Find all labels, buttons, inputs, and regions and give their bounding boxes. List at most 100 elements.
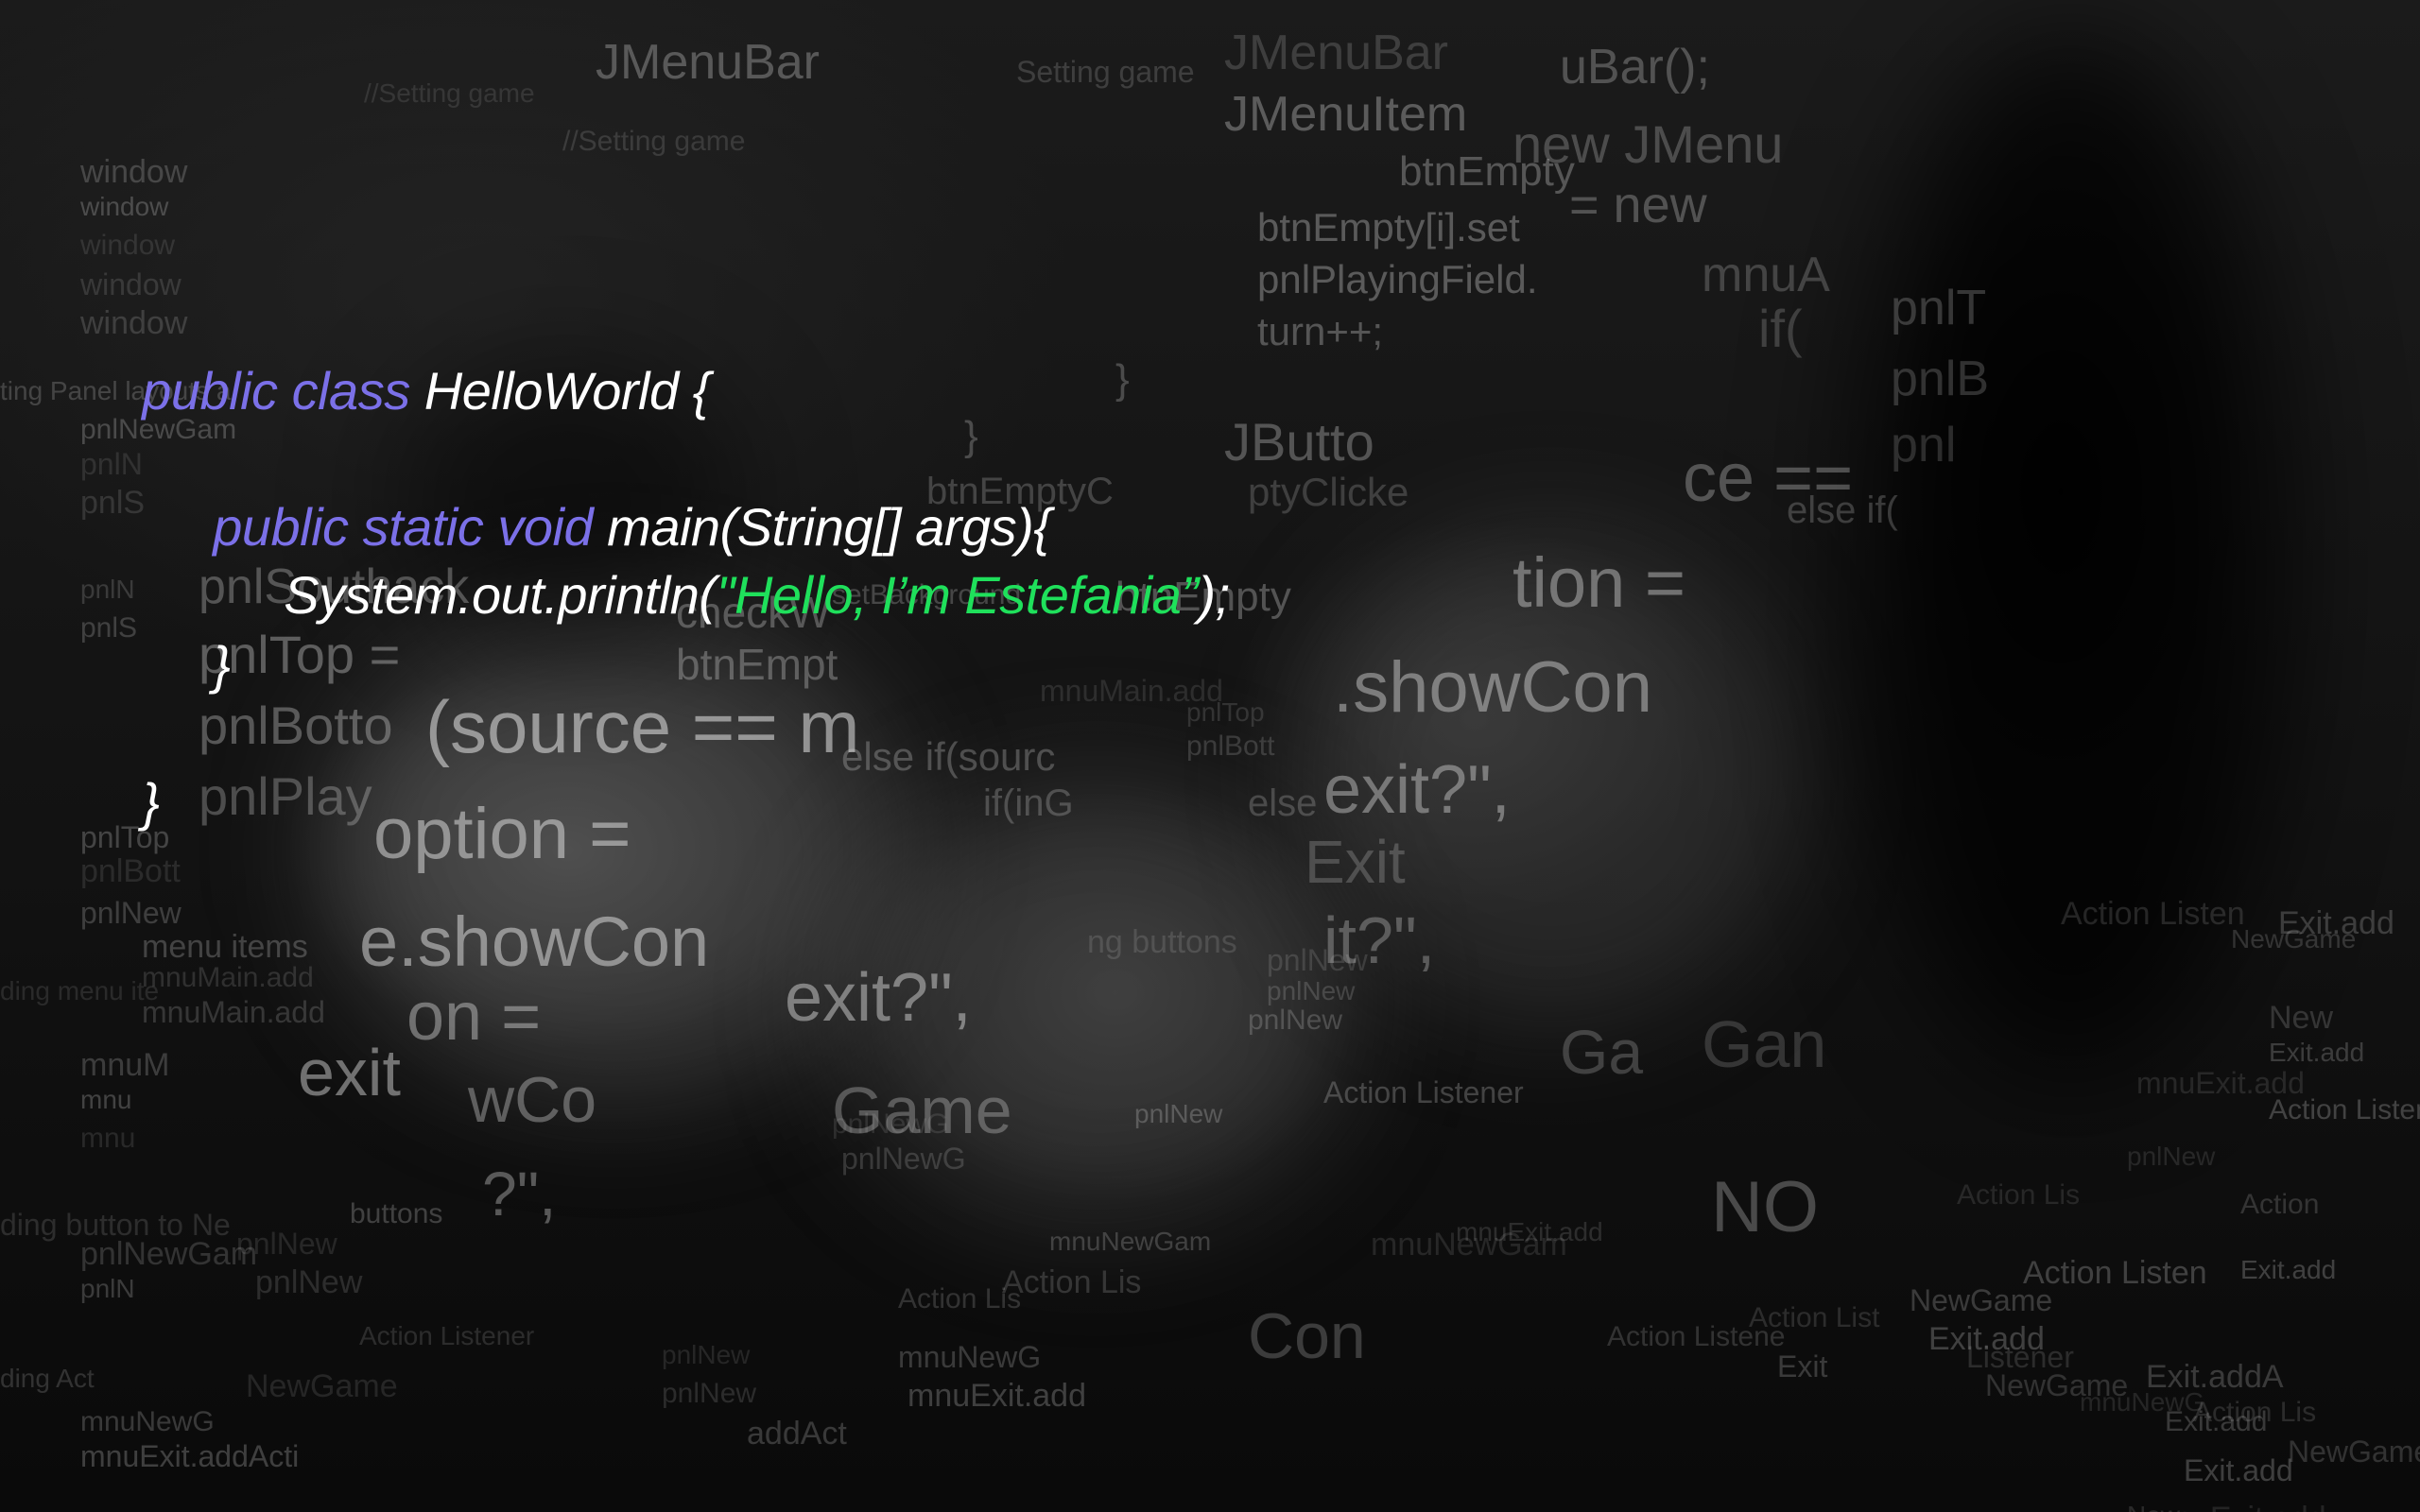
background-code-fragment: pnlPlayingField. [1257,257,1538,301]
background-code-fragment: else [1248,782,1318,824]
background-code-fragment: Action [2240,1189,2320,1220]
background-code-fragment: option = [373,794,631,874]
background-code-fragment: pnlNew [2127,1142,2216,1171]
background-code-fragment: JMenuItem [1224,87,1468,142]
background-code-fragment: exit?", [1323,752,1511,828]
background-code-fragment: uBar(); [1560,40,1710,94]
background-code-fragment: pnlNew [236,1227,337,1261]
background-code-fragment: JMenuBar [1224,26,1448,80]
background-code-fragment: mnu [80,1085,132,1114]
background-code-fragment: ng buttons [1087,924,1237,960]
background-code-fragment: Ga [1560,1017,1644,1087]
background-code-fragment: window [80,192,169,221]
closing-brace: } [142,772,160,832]
background-code-fragment: Action Listen [2269,1094,2420,1125]
background-code-fragment: Gan [1702,1007,1827,1081]
background-code-fragment: Con [1248,1300,1366,1372]
background-code-fragment: else if( [1787,490,1898,531]
background-code-fragment: Action List [1749,1302,1880,1333]
background-code-fragment: menu items [142,929,308,965]
background-code-fragment: Exit [1777,1349,1828,1383]
background-code-fragment: mnuNewG [898,1340,1042,1374]
background-code-fragment: pnl [1891,418,1957,472]
background-code-fragment: pnlN [80,1274,135,1303]
background-code-fragment: mnuExit.add [2136,1066,2305,1100]
background-code-fragment: mnuMain.add [142,962,314,993]
background-code-fragment: window [80,154,188,190]
background-code-fragment: pnlS [80,612,138,644]
code-text: ); [1198,565,1231,625]
string-literal: "Hello, I’m Estefania” [716,565,1199,625]
background-code-fragment: NO [1711,1167,1819,1247]
background-code-fragment: mnuExit.add [908,1378,1086,1414]
background-code-fragment: ptyClicke [1248,470,1409,514]
background-code-fragment: else if(sourc [841,734,1056,779]
background-code-fragment: e.showCon [359,902,710,981]
background-code-fragment: pnlNew [1248,1005,1343,1036]
background-code-fragment: (source == m [425,685,860,768]
background-code-fragment: pnlS [80,485,146,521]
background-code-fragment: pnlBott [1186,730,1275,762]
background-code-fragment: btnEmpty [1399,148,1575,195]
background-code-fragment: wCo [468,1064,597,1136]
background-code-fragment: New [2127,1503,2180,1512]
keyword-text: public class [142,361,410,421]
background-code-fragment: Exit.add [2240,1255,2337,1284]
background-code-fragment: if( [1758,299,1803,358]
background-code-fragment: Exit.add [2278,905,2394,941]
background-code-fragment: pnlNewG [832,1108,949,1140]
code-line-4: } [156,586,231,745]
background-code-fragment: pnlNew [662,1378,757,1409]
background-code-fragment: pnlT [1891,281,1987,335]
background-code-fragment: Action Lis [1957,1179,2081,1211]
background-code-fragment: tion = [1512,543,1686,622]
background-code-fragment: NewGame [246,1368,398,1404]
background-code-fragment: pnlNewGam [80,1236,258,1272]
background-code-fragment: pnlNew [1134,1099,1223,1128]
background-code-fragment: JButto [1224,412,1374,472]
code-text: HelloWorld { [409,361,711,421]
code-line-5: } [85,723,160,882]
background-code-fragment: Action Listen [2023,1255,2207,1291]
background-code-fragment: mnuMain.add [1040,674,1223,708]
wallpaper: (source == m option = e.showCon exit?", exit… [0,0,2420,1512]
background-code-fragment: Action Listen [2061,896,2245,932]
background-code-fragment: Action Lis [2193,1397,2317,1428]
background-code-fragment: pnlNew [80,896,182,930]
background-code-fragment: Listener [1966,1340,2074,1374]
background-code-fragment: mnuA [1702,248,1830,302]
code-text: System.out.println( [284,565,717,625]
background-code-fragment: mnuExit.add [1456,1217,1603,1246]
background-code-fragment: Exit.add [2269,1038,2365,1067]
background-code-fragment: pnlPlay [199,766,372,826]
background-code-fragment: mnuNewGam [1049,1227,1212,1256]
background-code-fragment: mnuExit.addActi [80,1439,300,1473]
background-code-fragment: ding menu ite [0,976,160,1005]
background-code-fragment: mnuM [80,1047,170,1083]
background-code-fragment: ding Act [0,1364,95,1393]
background-code-fragment: pnlNewG [841,1142,966,1176]
background-code-fragment: pnlB [1891,352,1990,406]
background-code-fragment: window [80,230,176,261]
background-code-fragment: exit?", [785,960,972,1036]
background-code-fragment: buttons [350,1198,443,1229]
background-code-fragment: } [1115,356,1130,403]
background-code-fragment: JMenuBar [596,35,820,90]
background-code-fragment: pnlNew [1267,976,1356,1005]
background-code-fragment: on = [406,979,542,1055]
background-code-fragment: Setting game [1016,55,1195,89]
background-code-fragment: .showCon [1333,647,1652,728]
background-code-fragment: turn++; [1257,309,1384,353]
background-code-fragment: Action Lis [1002,1264,1142,1300]
background-code-fragment: pnlNew [662,1340,751,1369]
background-code-fragment: Exit [1305,828,1406,896]
background-code-fragment: nuExit.add [2174,1503,2326,1512]
background-code-fragment: ?", [482,1159,557,1228]
background-code-fragment: New [2269,1000,2334,1036]
background-code-fragment: btnEmpty[i].set [1257,205,1520,249]
background-code-fragment: mnuNewG [80,1406,215,1437]
background-code-fragment: if(inG [983,782,1074,824]
closing-brace: } [213,635,231,695]
background-code-fragment: pnlN [80,575,135,604]
background-code-fragment: Exit.add [2184,1453,2293,1487]
